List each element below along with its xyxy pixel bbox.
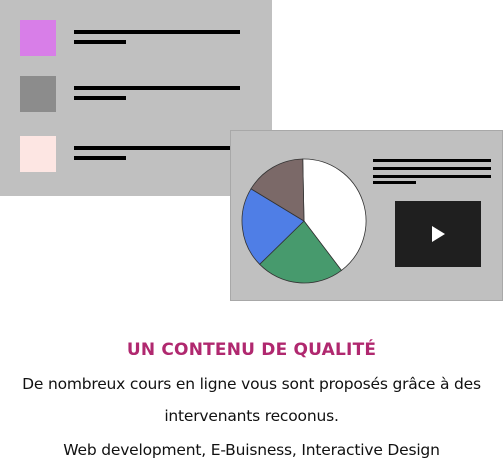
text-line [373,175,491,178]
text-line [74,30,240,34]
color-swatch-icon [20,20,56,56]
front-panel-illustration [230,130,503,301]
pie-chart-icon [241,158,367,284]
description-line: Web development, E-Buisness, Interactive… [63,441,440,459]
text-line [74,86,240,90]
video-player[interactable] [395,201,481,267]
description-line: intervenants recoonus. [164,407,339,425]
text-line [74,96,126,100]
color-swatch-icon [20,76,56,112]
text-line [74,156,126,160]
play-icon[interactable] [432,226,445,242]
text-line [74,40,126,44]
section-title: UN CONTENU DE QUALITÉ [126,340,377,360]
text-line [74,146,240,150]
color-swatch-icon [20,136,56,172]
text-line [373,159,491,162]
description-line: De nombreux cours en ligne vous sont pro… [22,375,481,393]
text-line [373,181,416,184]
text-line [373,167,491,170]
